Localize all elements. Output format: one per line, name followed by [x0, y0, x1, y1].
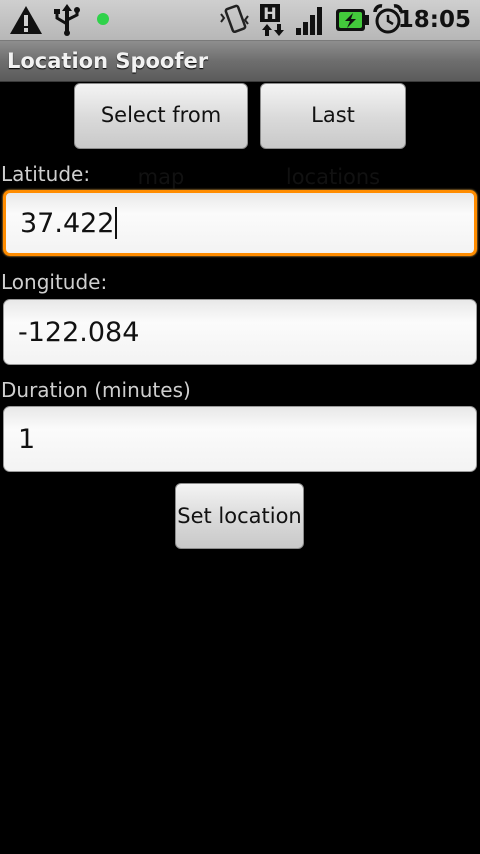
- duration-field[interactable]: 1: [3, 406, 477, 472]
- status-time: 18:05: [397, 7, 471, 33]
- signal-icon: [296, 7, 322, 35]
- svg-text:H: H: [263, 4, 276, 23]
- latitude-field[interactable]: 37.422: [3, 190, 477, 256]
- duration-value: 1: [18, 423, 36, 455]
- status-bar: H 18:05: [0, 0, 480, 41]
- text-cursor: [115, 207, 118, 239]
- longitude-value-wrap: -122.084: [18, 300, 139, 364]
- vibrate-icon: [220, 4, 249, 34]
- latitude-label: Latitude:: [1, 162, 91, 186]
- select-from-map-button[interactable]: Select from map: [74, 83, 248, 189]
- battery-charging-icon: [336, 9, 369, 31]
- latitude-value: 37.422: [20, 207, 115, 239]
- latitude-value-wrap: 37.422: [20, 193, 118, 253]
- last-locations-button[interactable]: Last locations: [260, 83, 406, 189]
- screen: H 18:05 Location Spoofer Select from map: [0, 0, 480, 854]
- longitude-value: -122.084: [18, 316, 140, 348]
- app-title-bar: Location Spoofer: [0, 41, 480, 82]
- longitude-field[interactable]: -122.084: [3, 299, 477, 365]
- app-title: Location Spoofer: [7, 49, 209, 73]
- duration-value-wrap: 1: [18, 407, 35, 471]
- hspa-data-icon: H: [260, 4, 284, 36]
- warning-icon: [10, 6, 42, 34]
- set-location-button[interactable]: Set location: [175, 483, 304, 549]
- notification-led-icon: [97, 13, 109, 25]
- usb-icon: [54, 4, 80, 36]
- longitude-label: Longitude:: [1, 270, 108, 294]
- duration-label: Duration (minutes): [1, 378, 191, 402]
